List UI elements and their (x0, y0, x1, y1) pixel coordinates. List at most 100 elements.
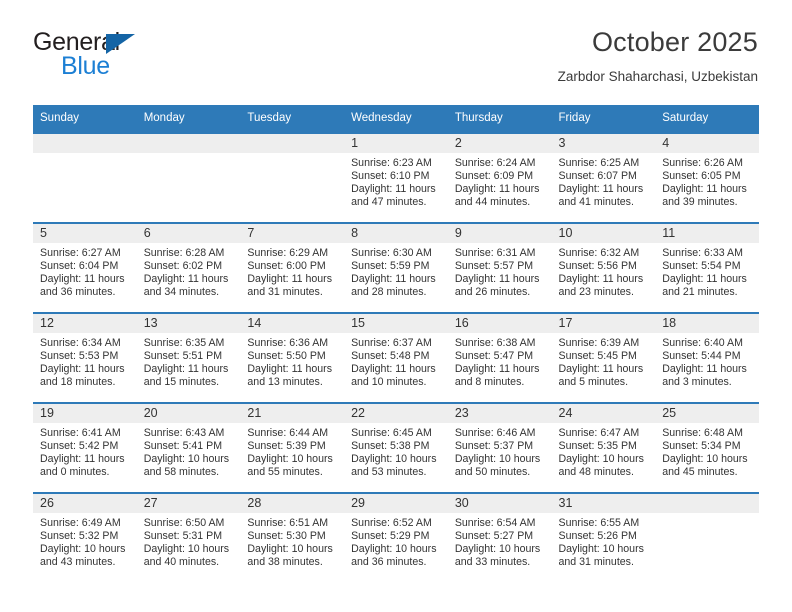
day-number: 31 (551, 494, 656, 513)
calendar-day-cell[interactable]: 6 Sunrise: 6:28 AM Sunset: 6:02 PM Daylight… (136, 222, 241, 313)
title-block: October 2025 Zarbdor Shaharchasi, Uzbeki… (558, 26, 758, 85)
day-number: 16 (447, 314, 552, 333)
calendar-day-cell[interactable]: 10 Sunrise: 6:32 AM Sunset: 5:56 PM Dayligh… (551, 222, 656, 313)
calendar-day-cell[interactable]: 11 Sunrise: 6:33 AM Sunset: 5:54 PM Dayligh… (655, 222, 759, 313)
sunrise-text: Sunrise: 6:46 AM (454, 427, 536, 439)
sunset-text: Sunset: 5:47 PM (454, 349, 534, 362)
sunrise-text: Sunrise: 6:25 AM (558, 157, 640, 169)
blue-triangle-icon (106, 34, 135, 54)
sunset-text: Sunset: 5:57 PM (454, 259, 534, 272)
calendar-day-cell[interactable]: 22 Sunrise: 6:45 AM Sunset: 5:38 PM Dayligh… (344, 402, 448, 493)
calendar-day-cell[interactable]: 29 Sunrise: 6:52 AM Sunset: 5:29 PM Dayligh… (344, 492, 448, 582)
day-number: 8 (344, 224, 448, 243)
daylight-text-line2: and 3 minutes. (662, 375, 732, 388)
sunrise-text: Sunrise: 6:48 AM (662, 427, 743, 439)
day-number: 10 (551, 224, 656, 243)
daylight-text-line1: Daylight: 10 hours (558, 542, 644, 555)
daylight-text-line2: and 53 minutes. (351, 465, 427, 478)
day-details: Sunrise: 6:28 AM Sunset: 6:02 PM Daylight:… (137, 243, 241, 299)
weekday-header-wednesday: Wednesday (344, 105, 448, 133)
calendar-day-cell-empty (240, 132, 345, 223)
sunset-text: Sunset: 5:41 PM (143, 439, 223, 452)
general-blue-logo[interactable]: General Blue (33, 26, 151, 80)
day-number: 1 (344, 134, 448, 153)
daylight-text-line1: Daylight: 11 hours (558, 272, 644, 285)
day-details: Sunrise: 6:39 AM Sunset: 5:45 PM Daylight:… (552, 333, 656, 389)
daylight-text-line1: Daylight: 11 hours (40, 452, 125, 465)
daylight-text-line2: and 38 minutes. (247, 555, 323, 568)
daylight-text-line1: Daylight: 10 hours (143, 452, 230, 465)
calendar-day-cell[interactable]: 9 Sunrise: 6:31 AM Sunset: 5:57 PM Daylight… (447, 222, 552, 313)
calendar-day-cell[interactable]: 2 Sunrise: 6:24 AM Sunset: 6:09 PM Daylight… (447, 132, 552, 223)
day-details: Sunrise: 6:32 AM Sunset: 5:56 PM Daylight:… (552, 243, 656, 299)
sunrise-text: Sunrise: 6:36 AM (247, 337, 329, 349)
calendar-day-cell[interactable]: 23 Sunrise: 6:46 AM Sunset: 5:37 PM Dayligh… (447, 402, 552, 493)
sunrise-text: Sunrise: 6:29 AM (247, 247, 329, 259)
calendar-day-cell[interactable]: 12 Sunrise: 6:34 AM Sunset: 5:53 PM Dayligh… (33, 312, 137, 403)
calendar-day-cell[interactable]: 3 Sunrise: 6:25 AM Sunset: 6:07 PM Daylight… (551, 132, 656, 223)
daylight-text-line1: Daylight: 10 hours (247, 542, 333, 555)
calendar-week-row: 1 Sunrise: 6:23 AM Sunset: 6:10 PM Daylight… (33, 132, 759, 223)
calendar-day-cell[interactable]: 27 Sunrise: 6:50 AM Sunset: 5:31 PM Dayligh… (136, 492, 241, 582)
sunset-text: Sunset: 5:39 PM (247, 439, 326, 452)
calendar-day-cell[interactable]: 1 Sunrise: 6:23 AM Sunset: 6:10 PM Daylight… (344, 132, 448, 223)
daylight-text-line2: and 47 minutes. (351, 195, 427, 208)
calendar-day-cell-empty (655, 492, 759, 582)
calendar-day-cell[interactable]: 4 Sunrise: 6:26 AM Sunset: 6:05 PM Daylight… (655, 132, 759, 223)
calendar-day-cell[interactable]: 26 Sunrise: 6:49 AM Sunset: 5:32 PM Dayligh… (33, 492, 137, 582)
calendar-day-cell[interactable]: 18 Sunrise: 6:40 AM Sunset: 5:44 PM Dayligh… (655, 312, 759, 403)
daylight-text-line1: Daylight: 11 hours (558, 182, 644, 195)
calendar-day-cell[interactable]: 13 Sunrise: 6:35 AM Sunset: 5:51 PM Dayligh… (136, 312, 241, 403)
sunset-text: Sunset: 6:02 PM (143, 259, 223, 272)
daylight-text-line1: Daylight: 10 hours (247, 452, 333, 465)
sunset-text: Sunset: 5:42 PM (40, 439, 119, 452)
daylight-text-line2: and 28 minutes. (351, 285, 427, 298)
calendar-day-cell[interactable]: 25 Sunrise: 6:48 AM Sunset: 5:34 PM Dayligh… (655, 402, 759, 493)
sunrise-text: Sunrise: 6:27 AM (40, 247, 121, 259)
calendar-day-cell[interactable]: 20 Sunrise: 6:43 AM Sunset: 5:41 PM Dayligh… (136, 402, 241, 493)
sunset-text: Sunset: 5:38 PM (351, 439, 430, 452)
sunrise-text: Sunrise: 6:32 AM (558, 247, 640, 259)
sunset-text: Sunset: 5:27 PM (454, 529, 534, 542)
calendar-day-cell[interactable]: 21 Sunrise: 6:44 AM Sunset: 5:39 PM Dayligh… (240, 402, 345, 493)
calendar-day-cell[interactable]: 14 Sunrise: 6:36 AM Sunset: 5:50 PM Dayligh… (240, 312, 345, 403)
calendar-day-cell[interactable]: 15 Sunrise: 6:37 AM Sunset: 5:48 PM Dayligh… (344, 312, 448, 403)
sunrise-text: Sunrise: 6:28 AM (143, 247, 225, 259)
calendar-day-cell[interactable]: 16 Sunrise: 6:38 AM Sunset: 5:47 PM Dayligh… (447, 312, 552, 403)
day-details: Sunrise: 6:48 AM Sunset: 5:34 PM Daylight:… (655, 423, 759, 479)
calendar-day-cell[interactable]: 8 Sunrise: 6:30 AM Sunset: 5:59 PM Daylight… (344, 222, 448, 313)
calendar-day-cell[interactable]: 5 Sunrise: 6:27 AM Sunset: 6:04 PM Daylight… (33, 222, 137, 313)
calendar-day-cell[interactable]: 19 Sunrise: 6:41 AM Sunset: 5:42 PM Dayligh… (33, 402, 137, 493)
sunrise-text: Sunrise: 6:52 AM (351, 517, 432, 529)
day-details: Sunrise: 6:27 AM Sunset: 6:04 PM Daylight:… (33, 243, 137, 299)
day-details: Sunrise: 6:54 AM Sunset: 5:27 PM Daylight:… (448, 513, 552, 569)
logo-text-blue: Blue (61, 52, 110, 80)
daylight-text-line2: and 45 minutes. (662, 465, 738, 478)
calendar-day-cell[interactable]: 30 Sunrise: 6:54 AM Sunset: 5:27 PM Dayligh… (447, 492, 552, 582)
day-number: 27 (136, 494, 241, 513)
calendar-day-cell[interactable]: 31 Sunrise: 6:55 AM Sunset: 5:26 PM Dayligh… (551, 492, 656, 582)
day-number: 21 (240, 404, 345, 423)
sunrise-text: Sunrise: 6:30 AM (351, 247, 432, 259)
sunset-text: Sunset: 6:00 PM (247, 259, 326, 272)
daylight-text-line1: Daylight: 11 hours (143, 362, 229, 375)
day-details: Sunrise: 6:34 AM Sunset: 5:53 PM Daylight:… (33, 333, 137, 389)
sunrise-text: Sunrise: 6:51 AM (247, 517, 329, 529)
sunrise-text: Sunrise: 6:40 AM (662, 337, 743, 349)
daylight-text-line1: Daylight: 11 hours (454, 362, 540, 375)
day-details: Sunrise: 6:24 AM Sunset: 6:09 PM Daylight:… (448, 153, 552, 209)
calendar-day-cell[interactable]: 28 Sunrise: 6:51 AM Sunset: 5:30 PM Dayligh… (240, 492, 345, 582)
day-details: Sunrise: 6:50 AM Sunset: 5:31 PM Daylight:… (137, 513, 241, 569)
sunrise-text: Sunrise: 6:35 AM (143, 337, 225, 349)
day-details: Sunrise: 6:29 AM Sunset: 6:00 PM Daylight:… (240, 243, 344, 299)
daylight-text-line2: and 21 minutes. (662, 285, 738, 298)
day-number (240, 134, 345, 153)
page-header: General Blue October 2025 Zarbdor Shahar… (0, 0, 792, 85)
calendar-day-cell[interactable]: 17 Sunrise: 6:39 AM Sunset: 5:45 PM Dayligh… (551, 312, 656, 403)
calendar-day-cell-empty (33, 132, 137, 223)
day-number: 4 (655, 134, 759, 153)
calendar-day-cell[interactable]: 24 Sunrise: 6:47 AM Sunset: 5:35 PM Dayligh… (551, 402, 656, 493)
calendar-week-row: 12 Sunrise: 6:34 AM Sunset: 5:53 PM Dayligh… (33, 312, 759, 403)
calendar-day-cell[interactable]: 7 Sunrise: 6:29 AM Sunset: 6:00 PM Daylight… (240, 222, 345, 313)
daylight-text-line2: and 5 minutes. (558, 375, 629, 388)
